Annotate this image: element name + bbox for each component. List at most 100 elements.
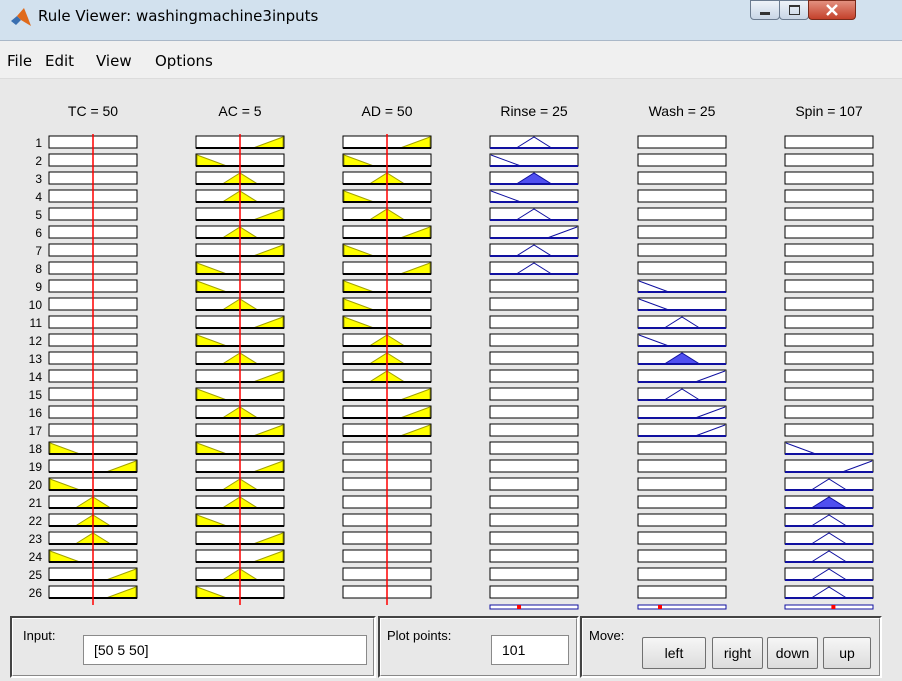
rule-number-1: 1 bbox=[35, 136, 42, 150]
minimize-button[interactable] bbox=[750, 0, 780, 20]
rule-number-16: 16 bbox=[29, 406, 43, 420]
rule-cell bbox=[637, 315, 727, 329]
rule-cell bbox=[784, 225, 874, 239]
rule-cell bbox=[784, 585, 874, 599]
menu-edit[interactable]: Edit bbox=[45, 52, 74, 70]
rule-cell bbox=[489, 531, 579, 545]
rule-viewer-figure: TC = 50 AC = 5 AD = 50 Rinse = 25 Wash = 25 S… bbox=[0, 79, 902, 681]
rule-cell bbox=[637, 531, 727, 545]
rule-cell bbox=[637, 171, 727, 185]
rule-number-14: 14 bbox=[29, 370, 43, 384]
move-panel: Move: left right down up bbox=[580, 616, 882, 678]
rule-number-4: 4 bbox=[35, 190, 42, 204]
rule-cell bbox=[637, 135, 727, 149]
rule-cell bbox=[637, 441, 727, 455]
defuzzified-output-marker bbox=[517, 605, 522, 609]
variable-header-3: AD = 50 bbox=[362, 103, 413, 119]
move-label: Move: bbox=[589, 628, 625, 643]
rule-number-7: 7 bbox=[35, 244, 42, 258]
plot-points-label: Plot points: bbox=[387, 628, 452, 643]
rule-cell bbox=[784, 315, 874, 329]
title-bar: Rule Viewer: washingmachine3inputs bbox=[0, 0, 902, 41]
rules-plot-area: TC = 50 AC = 5 AD = 50 Rinse = 25 Wash = 25 S… bbox=[29, 103, 874, 610]
rule-cell bbox=[637, 153, 727, 167]
aggregate-output-bar bbox=[637, 604, 727, 610]
variable-header-6: Spin = 107 bbox=[795, 103, 863, 119]
menu-view[interactable]: View bbox=[96, 52, 132, 70]
rule-cell bbox=[784, 333, 874, 347]
rule-cell bbox=[489, 513, 579, 527]
input-field[interactable]: [50 5 50] bbox=[83, 635, 367, 665]
rule-cell bbox=[637, 567, 727, 581]
rule-cell bbox=[637, 477, 727, 491]
move-down-button[interactable]: down bbox=[767, 637, 818, 669]
variable-header-5: Wash = 25 bbox=[649, 103, 716, 119]
rule-number-20: 20 bbox=[29, 478, 43, 492]
rule-number-18: 18 bbox=[29, 442, 43, 456]
rule-cell bbox=[489, 297, 579, 311]
rule-cell bbox=[489, 495, 579, 509]
rule-cell bbox=[489, 207, 579, 221]
menu-bar: File Edit View Options bbox=[0, 41, 902, 79]
rule-cell bbox=[489, 351, 579, 365]
input-panel: Input: [50 5 50] bbox=[10, 616, 376, 678]
move-left-button[interactable]: left bbox=[642, 637, 706, 669]
rule-cell bbox=[489, 441, 579, 455]
aggregate-output-bar bbox=[784, 604, 874, 610]
rule-cell bbox=[784, 513, 874, 527]
rule-cell bbox=[784, 261, 874, 275]
rule-cell bbox=[784, 297, 874, 311]
rule-cell bbox=[784, 135, 874, 149]
rule-number-9: 9 bbox=[35, 280, 42, 294]
rule-number-26: 26 bbox=[29, 586, 43, 600]
rule-cell bbox=[489, 477, 579, 491]
rule-number-24: 24 bbox=[29, 550, 43, 564]
rule-cell bbox=[784, 477, 874, 491]
rule-cell bbox=[784, 549, 874, 563]
rule-cell bbox=[784, 531, 874, 545]
window-title: Rule Viewer: washingmachine3inputs bbox=[38, 7, 319, 25]
input-label: Input: bbox=[23, 628, 56, 643]
menu-file[interactable]: File bbox=[7, 52, 32, 70]
rule-cell bbox=[489, 549, 579, 563]
rule-cell bbox=[784, 351, 874, 365]
rule-cell bbox=[637, 513, 727, 527]
plot-points-field[interactable]: 101 bbox=[491, 635, 569, 665]
rule-cell bbox=[784, 279, 874, 293]
rule-cell bbox=[489, 243, 579, 257]
aggregate-output-bar bbox=[489, 604, 579, 610]
move-up-button[interactable]: up bbox=[823, 637, 871, 669]
rule-cell bbox=[784, 171, 874, 185]
rule-number-5: 5 bbox=[35, 208, 42, 222]
rule-number-17: 17 bbox=[29, 424, 43, 438]
rule-number-21: 21 bbox=[29, 496, 43, 510]
rule-cell bbox=[637, 387, 727, 401]
rule-cell bbox=[784, 207, 874, 221]
rule-number-8: 8 bbox=[35, 262, 42, 276]
close-icon bbox=[826, 4, 838, 16]
close-button[interactable] bbox=[808, 0, 856, 20]
defuzzified-output-marker bbox=[658, 605, 662, 609]
rule-cell bbox=[489, 369, 579, 383]
rule-cell bbox=[489, 333, 579, 347]
rule-cell bbox=[489, 279, 579, 293]
rule-number-12: 12 bbox=[29, 334, 43, 348]
rule-cell bbox=[489, 315, 579, 329]
rule-number-25: 25 bbox=[29, 568, 43, 582]
variable-header-1: TC = 50 bbox=[68, 103, 118, 119]
rule-number-23: 23 bbox=[29, 532, 43, 546]
rule-number-2: 2 bbox=[35, 154, 42, 168]
rule-cell bbox=[637, 189, 727, 203]
rule-cell bbox=[489, 423, 579, 437]
rule-number-3: 3 bbox=[35, 172, 42, 186]
rule-cell bbox=[784, 369, 874, 383]
rule-cell bbox=[637, 495, 727, 509]
minimize-icon bbox=[760, 11, 770, 15]
variable-header-2: AC = 5 bbox=[218, 103, 261, 119]
move-right-button[interactable]: right bbox=[712, 637, 763, 669]
rule-cell bbox=[637, 261, 727, 275]
rule-cell bbox=[784, 243, 874, 257]
maximize-button[interactable] bbox=[779, 0, 809, 20]
menu-options[interactable]: Options bbox=[155, 52, 213, 70]
rule-number-6: 6 bbox=[35, 226, 42, 240]
